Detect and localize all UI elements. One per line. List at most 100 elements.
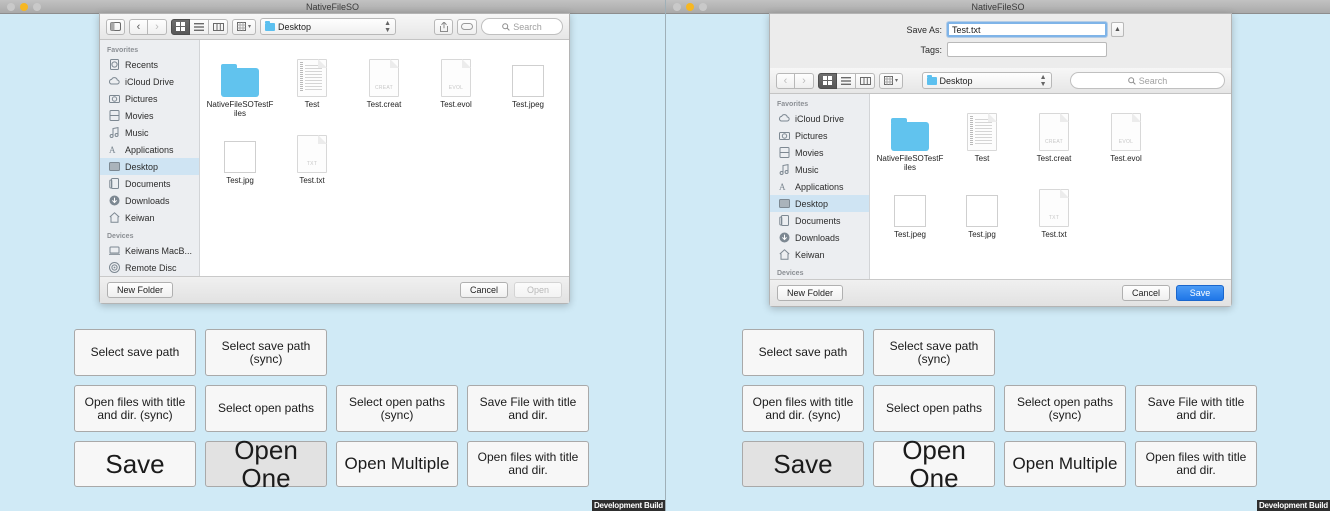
chevron-up-icon[interactable]: ▲: [1111, 22, 1124, 37]
nav-buttons[interactable]: ‹ ›: [129, 18, 167, 35]
folder-icon: [926, 74, 937, 85]
sidebar-item-applications[interactable]: A Applications: [100, 141, 199, 158]
file-item[interactable]: Test.jpg: [204, 124, 276, 191]
path-popup-button[interactable]: Desktop ▲ ▼: [260, 18, 396, 35]
app-button-open-files-with-title-and-dir-sync[interactable]: Open files with title and dir. (sync): [74, 385, 196, 432]
sidebar-item-pictures[interactable]: Pictures: [100, 90, 199, 107]
app-button-open-files-with-title-and-dir[interactable]: Open files with title and dir.: [1135, 441, 1257, 487]
app-button-open-files-with-title-and-dir[interactable]: Open files with title and dir.: [467, 441, 589, 487]
list-view-icon[interactable]: [190, 18, 209, 35]
back-button[interactable]: ‹: [129, 18, 148, 35]
open-dialog-file-grid[interactable]: NativeFileSOTestFiles Test CREAT Test.creat…: [200, 40, 569, 276]
column-view-icon[interactable]: [856, 72, 875, 89]
app-button-open-multiple[interactable]: Open Multiple: [336, 441, 458, 487]
app-button-select-open-paths-sync[interactable]: Select open paths (sync): [336, 385, 458, 432]
sidebar-item-movies[interactable]: Movies: [100, 107, 199, 124]
app-button-select-open-paths[interactable]: Select open paths: [205, 385, 327, 432]
sidebar-item-desktop[interactable]: Desktop: [770, 195, 869, 212]
view-mode-buttons[interactable]: [171, 18, 228, 35]
sidebar-item-documents[interactable]: Documents: [100, 175, 199, 192]
file-item[interactable]: TXT Test.txt: [276, 124, 348, 191]
clock-icon: [110, 59, 119, 70]
sidebar-toggle-icon[interactable]: [106, 18, 125, 35]
sidebar-item-recents[interactable]: Recents: [100, 56, 199, 73]
sidebar-item-keiwans-macb[interactable]: Keiwans MacB...: [100, 242, 199, 259]
file-item[interactable]: TXT Test.txt: [1018, 178, 1090, 245]
save-as-input[interactable]: Test.txt: [947, 22, 1107, 37]
app-button-open-one[interactable]: Open One: [205, 436, 327, 492]
file-item[interactable]: EVOL Test.evol: [1090, 102, 1162, 178]
app-button-open-one[interactable]: Open One: [873, 436, 995, 492]
view-mode-buttons[interactable]: [818, 72, 875, 89]
new-folder-button[interactable]: New Folder: [107, 282, 174, 298]
file-icon: [876, 181, 944, 227]
sidebar-item-keiwan[interactable]: Keiwan: [770, 246, 869, 263]
sidebar-item-music[interactable]: Music: [770, 161, 869, 178]
app-button-save[interactable]: Save: [74, 441, 196, 487]
list-view-icon[interactable]: [837, 72, 856, 89]
save-dialog-file-grid[interactable]: NativeFileSOTestFiles Test CREAT Test.creat…: [870, 94, 1231, 279]
app-button-select-save-path[interactable]: Select save path: [74, 329, 196, 376]
column-view-icon[interactable]: [209, 18, 228, 35]
sidebar-item-icloud-drive[interactable]: iCloud Drive: [770, 110, 869, 127]
back-button[interactable]: ‹: [776, 72, 795, 89]
sidebar-item-label: Music: [125, 127, 149, 138]
app-button-open-multiple[interactable]: Open Multiple: [1004, 441, 1126, 487]
cancel-button[interactable]: Cancel: [459, 282, 508, 298]
sidebar-item-music[interactable]: Music: [100, 124, 199, 141]
file-item[interactable]: CREAT Test.creat: [348, 48, 420, 124]
sidebar-item-desktop[interactable]: Desktop: [100, 158, 199, 175]
open-button[interactable]: Open: [514, 282, 562, 298]
tag-icon[interactable]: [457, 18, 477, 35]
path-popup-button[interactable]: Desktop ▲ ▼: [921, 72, 1052, 89]
save-as-label: Save As:: [906, 24, 942, 35]
file-item[interactable]: NativeFileSOTestFiles: [204, 48, 276, 124]
nav-buttons[interactable]: ‹ ›: [776, 72, 814, 89]
grid-view-icon[interactable]: [818, 72, 837, 89]
sidebar-item-downloads[interactable]: Downloads: [100, 192, 199, 209]
app-button-select-open-paths-sync[interactable]: Select open paths (sync): [1004, 385, 1126, 432]
tags-input[interactable]: [947, 42, 1107, 57]
sidebar-item-label: Movies: [795, 147, 824, 158]
group-by-icon[interactable]: ▾: [232, 18, 256, 35]
app-button-select-save-path-sync[interactable]: Select save path (sync): [205, 329, 327, 376]
sidebar-item-keiwan[interactable]: Keiwan: [100, 209, 199, 226]
file-item[interactable]: EVOL Test.evol: [420, 48, 492, 124]
sidebar-item-label: Keiwan: [795, 249, 825, 260]
app-button-save-file-with-title-and-dir[interactable]: Save File with title and dir.: [467, 385, 589, 432]
sidebar-item-documents[interactable]: Documents: [770, 212, 869, 229]
forward-button[interactable]: ›: [148, 18, 167, 35]
app-button-select-save-path-sync[interactable]: Select save path (sync): [873, 329, 995, 376]
search-input[interactable]: Search: [481, 18, 563, 35]
search-input[interactable]: Search: [1070, 72, 1225, 89]
sidebar-item-pictures[interactable]: Pictures: [770, 127, 869, 144]
sidebar-item-remote-disc[interactable]: Remote Disc: [100, 259, 199, 276]
file-item[interactable]: Test.jpeg: [492, 48, 564, 124]
save-button[interactable]: Save: [1176, 285, 1224, 301]
app-button-open-files-with-title-and-dir-sync[interactable]: Open files with title and dir. (sync): [742, 385, 864, 432]
app-button-save-file-with-title-and-dir[interactable]: Save File with title and dir.: [1135, 385, 1257, 432]
file-name: Test: [304, 100, 320, 109]
right-app-window: NativeFileSO Save As: Test.txt ▲ Tags: ‹: [665, 0, 1330, 511]
file-item[interactable]: CREAT Test.creat: [1018, 102, 1090, 178]
file-item[interactable]: Test.jpg: [946, 178, 1018, 245]
file-item[interactable]: Test: [276, 48, 348, 124]
grid-view-icon[interactable]: [171, 18, 190, 35]
folder-icon: [891, 118, 929, 151]
sidebar-item-applications[interactable]: A Applications: [770, 178, 869, 195]
file-item[interactable]: Test: [946, 102, 1018, 178]
cancel-button[interactable]: Cancel: [1121, 285, 1170, 301]
new-folder-button[interactable]: New Folder: [777, 285, 844, 301]
share-icon[interactable]: [434, 18, 453, 35]
cloud-icon: [109, 77, 120, 85]
sidebar-item-downloads[interactable]: Downloads: [770, 229, 869, 246]
group-by-icon[interactable]: ▾: [879, 72, 903, 89]
sidebar-item-icloud-drive[interactable]: iCloud Drive: [100, 73, 199, 90]
app-button-select-save-path[interactable]: Select save path: [742, 329, 864, 376]
sidebar-item-movies[interactable]: Movies: [770, 144, 869, 161]
file-item[interactable]: Test.jpeg: [874, 178, 946, 245]
app-button-select-open-paths[interactable]: Select open paths: [873, 385, 995, 432]
file-item[interactable]: NativeFileSOTestFiles: [874, 102, 946, 178]
forward-button[interactable]: ›: [795, 72, 814, 89]
app-button-save[interactable]: Save: [742, 441, 864, 487]
